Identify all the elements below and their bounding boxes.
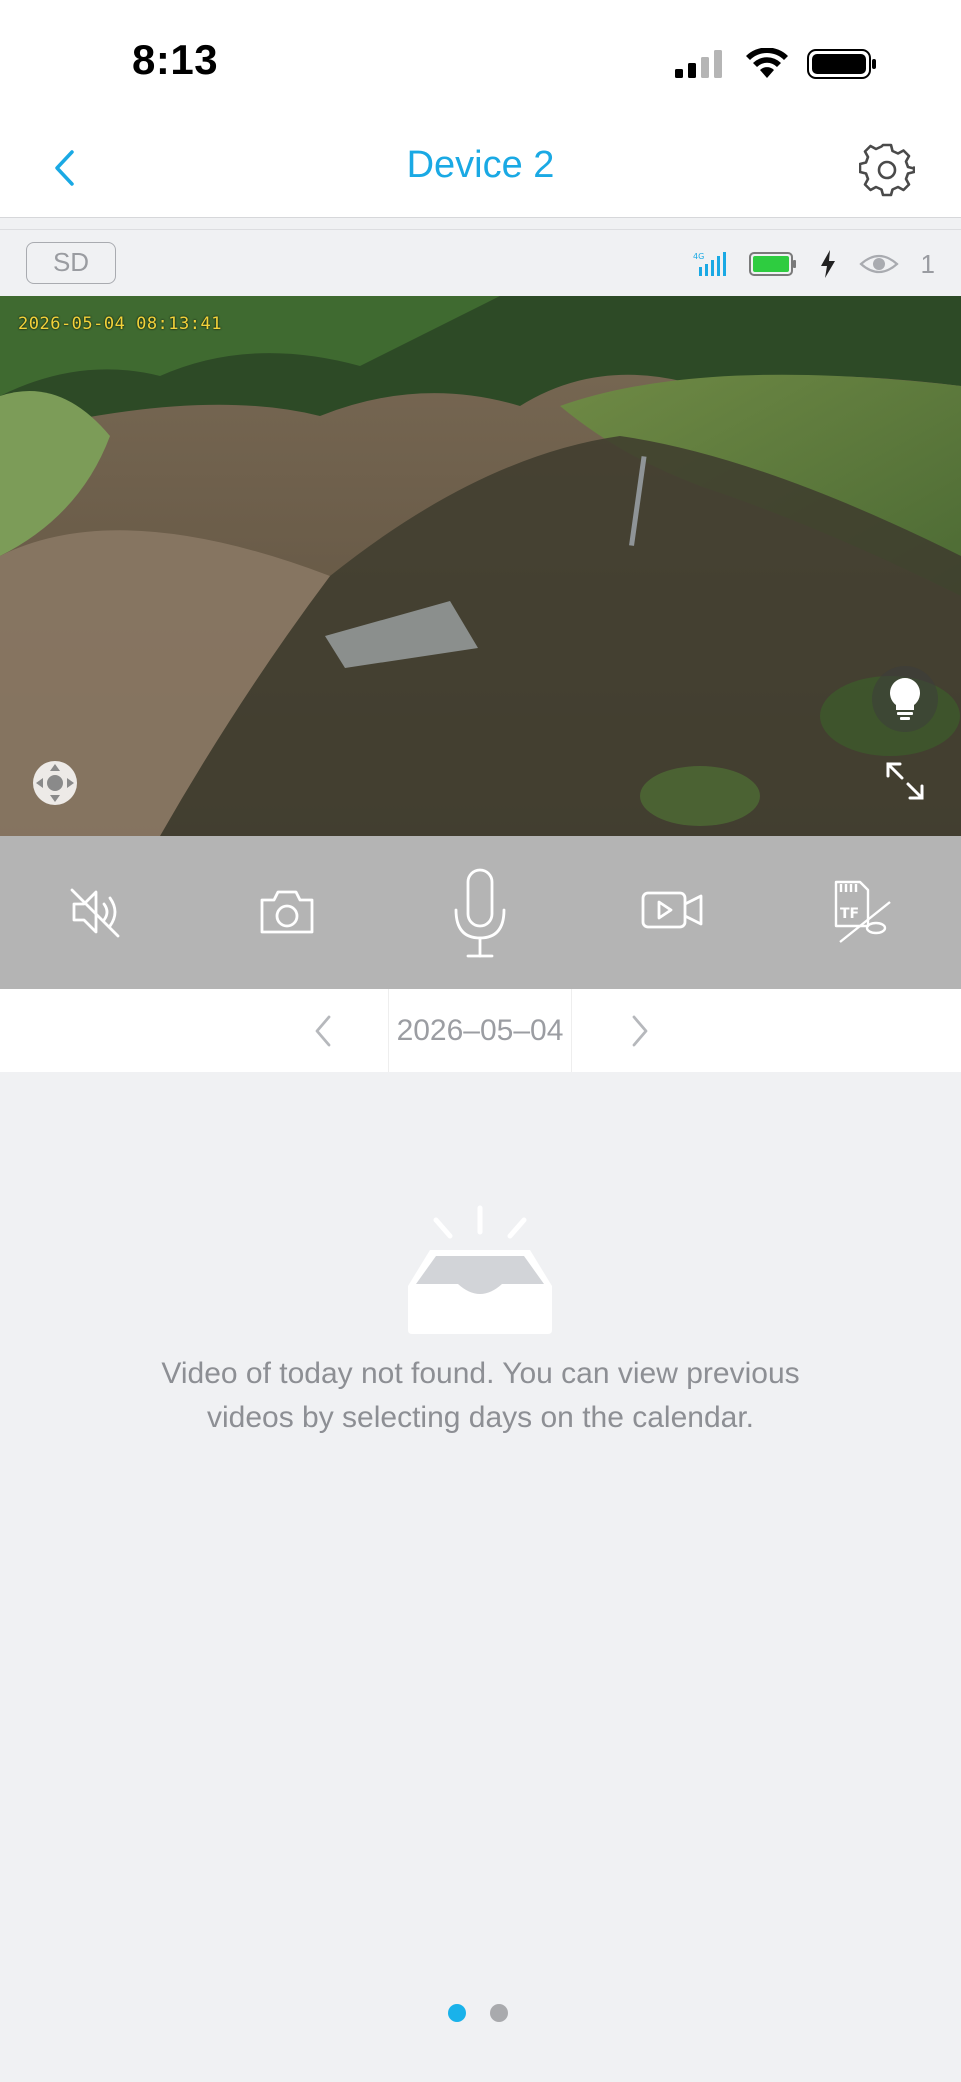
empty-state-line-2: videos by selecting days on the calendar… <box>206 1401 755 1434</box>
status-time: 8:13 <box>132 36 219 83</box>
date-selector: 2026–05–04 <box>0 989 961 1072</box>
empty-state-message: Video of today not found. You can view p… <box>80 1352 881 1440</box>
page-dot-2[interactable] <box>490 2004 508 2022</box>
camera-control-bar: TF <box>0 836 961 989</box>
status-icons <box>675 46 877 82</box>
viewer-count: 1 <box>920 248 935 279</box>
4g-signal-icon: 4G <box>693 252 726 276</box>
battery-icon <box>807 49 876 79</box>
mute-speaker-icon[interactable] <box>68 884 124 940</box>
floodlight-button[interactable] <box>872 666 938 732</box>
empty-state-line-1: Video of today not found. You can view p… <box>161 1357 800 1390</box>
record-video-icon[interactable] <box>640 888 704 932</box>
camera-info-strip: SD 4G 1 <box>0 229 961 296</box>
cellular-signal-icon <box>675 50 722 78</box>
device-battery-icon <box>748 252 796 276</box>
live-video-feed[interactable]: 2026-05-04 08:13:41 <box>0 296 961 836</box>
camera-status-icons: 4G 1 <box>693 246 935 282</box>
navigation-bar: Device 2 <box>0 118 961 218</box>
sd-quality-button[interactable]: SD <box>26 242 116 284</box>
page-indicator <box>448 2004 508 2022</box>
fullscreen-expand-icon[interactable] <box>880 756 930 806</box>
svg-text:TF: TF <box>840 906 859 922</box>
wifi-icon <box>746 48 788 78</box>
video-timestamp: 2026-05-04 08:13:41 <box>18 314 222 334</box>
empty-tray-icon <box>408 1205 552 1334</box>
gear-icon[interactable] <box>859 142 915 198</box>
page-title: Device 2 <box>406 144 555 186</box>
svg-text:4G: 4G <box>693 252 704 261</box>
snapshot-camera-icon[interactable] <box>258 886 316 938</box>
camera-scene-image <box>0 296 961 836</box>
previous-day-chevron-icon[interactable] <box>305 1011 341 1051</box>
status-bar: 8:13 <box>0 0 961 118</box>
charging-bolt-icon <box>820 250 835 278</box>
app-screen: 8:13 Device 2 SD 4G 1 2026-05-04 08:13:4… <box>0 0 961 2082</box>
lightbulb-icon <box>890 678 920 720</box>
ptz-joystick-icon[interactable] <box>30 758 80 808</box>
selected-date[interactable]: 2026–05–04 <box>388 989 572 1072</box>
tf-card-disabled-icon[interactable]: TF <box>830 878 894 944</box>
page-dot-1[interactable] <box>448 2004 466 2022</box>
microphone-icon[interactable] <box>450 866 510 962</box>
eye-icon <box>858 254 899 274</box>
next-day-chevron-icon[interactable] <box>622 1011 658 1051</box>
